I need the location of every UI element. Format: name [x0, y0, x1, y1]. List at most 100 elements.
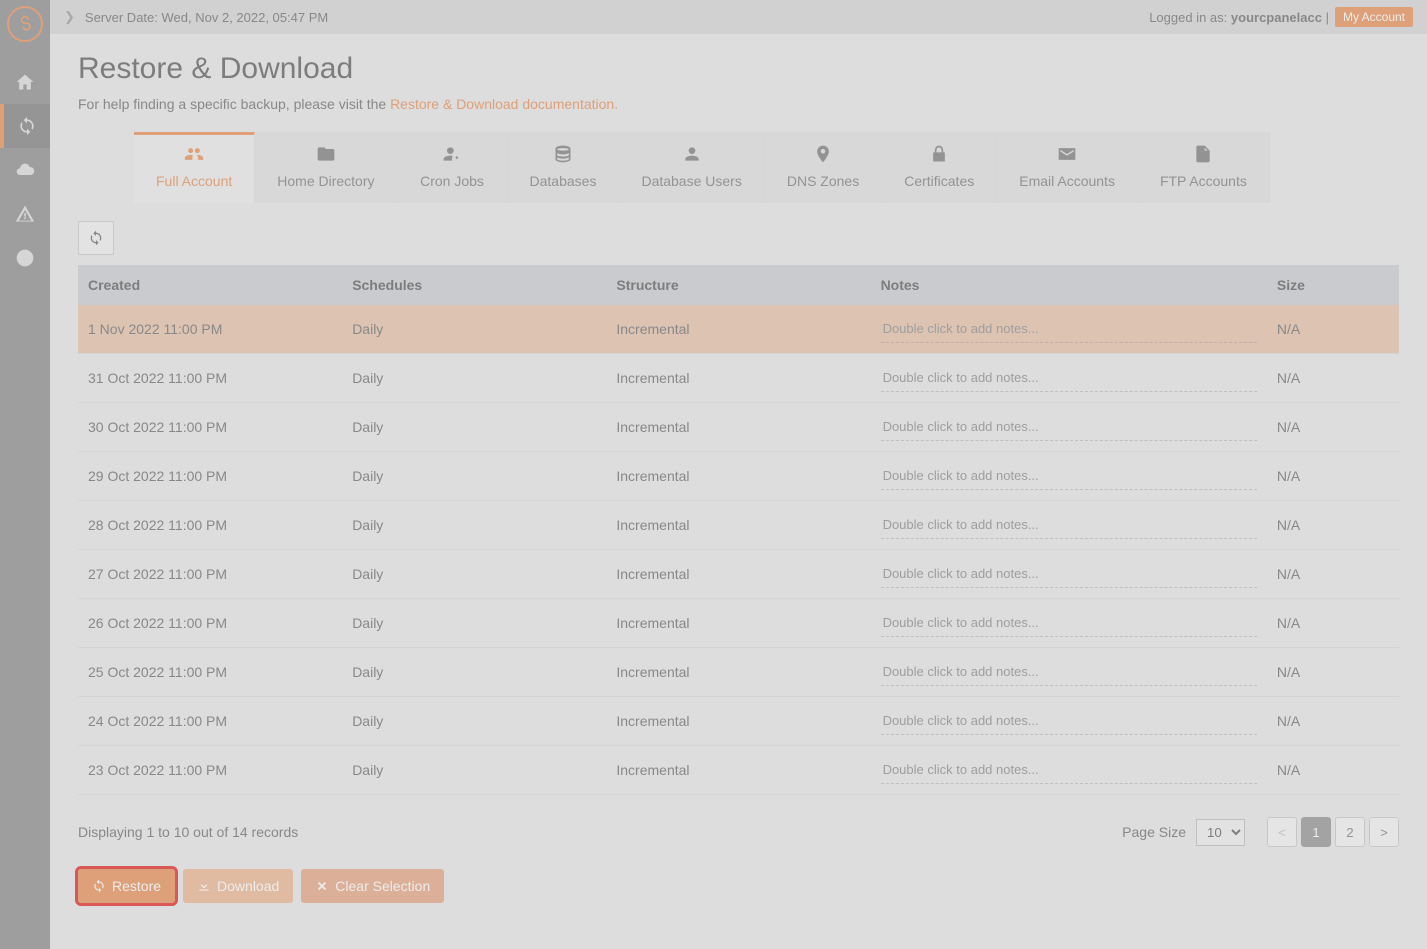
- server-date-label: Server Date:: [85, 10, 158, 25]
- refresh-button[interactable]: [78, 221, 114, 255]
- cell-schedules: Daily: [342, 354, 606, 403]
- cell-schedules: Daily: [342, 648, 606, 697]
- cell-created: 23 Oct 2022 11:00 PM: [78, 746, 342, 795]
- col-header-schedules[interactable]: Schedules: [342, 265, 606, 305]
- tab-label: DNS Zones: [787, 173, 859, 189]
- table-row[interactable]: 24 Oct 2022 11:00 PM Daily Incremental N…: [78, 697, 1399, 746]
- table-row[interactable]: 23 Oct 2022 11:00 PM Daily Incremental N…: [78, 746, 1399, 795]
- cell-size: N/A: [1267, 550, 1399, 599]
- clock-icon: [15, 248, 35, 268]
- tab-label: FTP Accounts: [1160, 173, 1247, 189]
- cell-structure: Incremental: [606, 354, 870, 403]
- cell-created: 29 Oct 2022 11:00 PM: [78, 452, 342, 501]
- sidebar-item-history[interactable]: [0, 236, 50, 280]
- logged-in-label: Logged in as:: [1149, 10, 1227, 25]
- cloud-download-icon: [15, 160, 35, 180]
- sidebar-item-home[interactable]: [0, 60, 50, 104]
- cell-structure: Incremental: [606, 501, 870, 550]
- separator: |: [1326, 10, 1329, 25]
- notes-input[interactable]: [881, 364, 1257, 392]
- pager-page-1[interactable]: 1: [1301, 817, 1331, 847]
- cell-schedules: Daily: [342, 403, 606, 452]
- table-row[interactable]: 28 Oct 2022 11:00 PM Daily Incremental N…: [78, 501, 1399, 550]
- content: Restore & Download For help finding a sp…: [50, 34, 1427, 921]
- col-header-created[interactable]: Created: [78, 265, 342, 305]
- table-row[interactable]: 29 Oct 2022 11:00 PM Daily Incremental N…: [78, 452, 1399, 501]
- tab-dns-zones[interactable]: DNS Zones: [765, 132, 882, 203]
- table-row[interactable]: 30 Oct 2022 11:00 PM Daily Incremental N…: [78, 403, 1399, 452]
- table-row[interactable]: 1 Nov 2022 11:00 PM Daily Incremental N/…: [78, 305, 1399, 354]
- notes-input[interactable]: [881, 315, 1257, 343]
- tab-label: Database Users: [641, 173, 741, 189]
- cell-size: N/A: [1267, 501, 1399, 550]
- tab-home-directory[interactable]: Home Directory: [255, 132, 397, 203]
- cell-created: 30 Oct 2022 11:00 PM: [78, 403, 342, 452]
- refresh-icon: [88, 230, 104, 246]
- table-row[interactable]: 26 Oct 2022 11:00 PM Daily Incremental N…: [78, 599, 1399, 648]
- clear-selection-button[interactable]: Clear Selection: [301, 869, 444, 903]
- cell-structure: Incremental: [606, 746, 870, 795]
- breadcrumb-chevron-icon: ❯: [64, 9, 75, 25]
- database-icon: [530, 144, 597, 167]
- page-size-select[interactable]: 10: [1196, 819, 1245, 846]
- sidebar-item-alerts[interactable]: [0, 192, 50, 236]
- notes-input[interactable]: [881, 609, 1257, 637]
- file-icon: [1160, 144, 1247, 167]
- download-icon: [197, 879, 211, 893]
- cell-size: N/A: [1267, 452, 1399, 501]
- main: ❯ Server Date: Wed, Nov 2, 2022, 05:47 P…: [50, 0, 1427, 949]
- page-size-label: Page Size: [1122, 824, 1186, 840]
- envelope-icon: [1019, 144, 1115, 167]
- cell-size: N/A: [1267, 354, 1399, 403]
- tab-databases[interactable]: Databases: [508, 132, 620, 203]
- cell-created: 28 Oct 2022 11:00 PM: [78, 501, 342, 550]
- tabs: Full AccountHome DirectoryCron JobsDatab…: [134, 132, 1399, 203]
- cell-created: 24 Oct 2022 11:00 PM: [78, 697, 342, 746]
- col-header-structure[interactable]: Structure: [606, 265, 870, 305]
- lock-icon: [904, 144, 974, 167]
- cell-schedules: Daily: [342, 746, 606, 795]
- download-button[interactable]: Download: [183, 869, 293, 903]
- tab-cron-jobs[interactable]: Cron Jobs: [398, 132, 508, 203]
- cell-created: 1 Nov 2022 11:00 PM: [78, 305, 342, 354]
- tab-full-account[interactable]: Full Account: [134, 132, 255, 203]
- notes-input[interactable]: [881, 413, 1257, 441]
- help-link[interactable]: Restore & Download documentation.: [390, 96, 618, 112]
- notes-input[interactable]: [881, 658, 1257, 686]
- sidebar-item-download[interactable]: [0, 148, 50, 192]
- close-icon: [315, 879, 329, 893]
- pager-page-2[interactable]: 2: [1335, 817, 1365, 847]
- help-text: For help finding a specific backup, plea…: [78, 96, 1399, 112]
- table-row[interactable]: 27 Oct 2022 11:00 PM Daily Incremental N…: [78, 550, 1399, 599]
- cell-size: N/A: [1267, 403, 1399, 452]
- notes-input[interactable]: [881, 511, 1257, 539]
- cell-created: 27 Oct 2022 11:00 PM: [78, 550, 342, 599]
- table-row[interactable]: 25 Oct 2022 11:00 PM Daily Incremental N…: [78, 648, 1399, 697]
- db-user-icon: [641, 144, 741, 167]
- my-account-button[interactable]: My Account: [1335, 7, 1413, 27]
- cell-size: N/A: [1267, 746, 1399, 795]
- pager-prev[interactable]: <: [1267, 817, 1297, 847]
- notes-input[interactable]: [881, 756, 1257, 784]
- sidebar-item-restore[interactable]: [0, 104, 50, 148]
- page-title: Restore & Download: [78, 52, 1399, 86]
- cell-notes: [871, 648, 1267, 697]
- col-header-notes[interactable]: Notes: [871, 265, 1267, 305]
- cell-notes: [871, 550, 1267, 599]
- table-row[interactable]: 31 Oct 2022 11:00 PM Daily Incremental N…: [78, 354, 1399, 403]
- tab-email-accounts[interactable]: Email Accounts: [997, 132, 1138, 203]
- notes-input[interactable]: [881, 462, 1257, 490]
- home-icon: [15, 72, 35, 92]
- cell-structure: Incremental: [606, 452, 870, 501]
- tab-ftp-accounts[interactable]: FTP Accounts: [1138, 132, 1270, 203]
- restore-button[interactable]: Restore: [78, 869, 175, 903]
- cell-structure: Incremental: [606, 403, 870, 452]
- col-header-size[interactable]: Size: [1267, 265, 1399, 305]
- notes-input[interactable]: [881, 560, 1257, 588]
- notes-input[interactable]: [881, 707, 1257, 735]
- cell-structure: Incremental: [606, 697, 870, 746]
- logo-icon: [15, 14, 35, 34]
- tab-certificates[interactable]: Certificates: [882, 132, 997, 203]
- tab-database-users[interactable]: Database Users: [619, 132, 764, 203]
- pager-next[interactable]: >: [1369, 817, 1399, 847]
